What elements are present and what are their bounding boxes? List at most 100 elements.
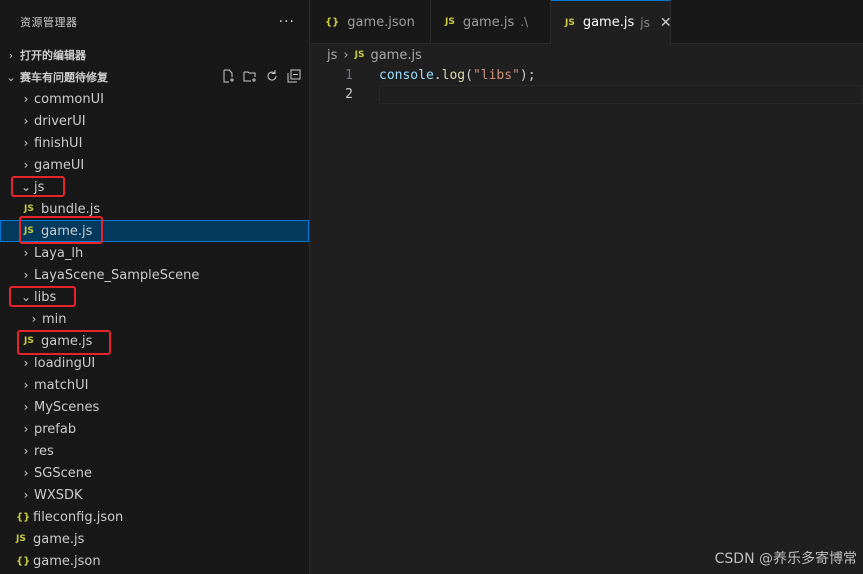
tree-folder-loadingui[interactable]: › loadingUI [0, 352, 309, 374]
tree-file-game-json[interactable]: {} game.json [0, 550, 309, 572]
code-line: 1 console.log("libs"); [311, 66, 863, 85]
chevron-right-icon: › [8, 48, 14, 62]
tab-game-json[interactable]: {} game.json [311, 0, 431, 44]
project-label: 赛车有问题待修复 [20, 71, 108, 84]
tree-file-bundle-js[interactable]: JS bundle.js [0, 198, 309, 220]
chevron-right-icon: › [31, 312, 37, 326]
watermark: CSDN @养乐多寄博常 [714, 551, 857, 567]
explorer-sidebar: 资源管理器 ··· › 打开的编辑器 ⌄ 赛车有问题待修复 › commonUI … [0, 0, 310, 574]
explorer-title: 资源管理器 [20, 16, 78, 29]
chevron-right-icon: › [23, 378, 29, 392]
tree-label: matchUI [34, 377, 89, 393]
chevron-right-icon: › [23, 466, 29, 480]
chevron-right-icon: › [23, 114, 29, 128]
tab-description: js [640, 15, 650, 30]
tree-folder-wxsdk[interactable]: › WXSDK [0, 484, 309, 506]
chevron-down-icon: ⌄ [20, 290, 32, 304]
token-open-paren: ( [465, 68, 473, 83]
tree-folder-driverui[interactable]: › driverUI [0, 110, 309, 132]
code-editor[interactable]: 1 console.log("libs"); 2 [311, 66, 863, 574]
tree-label: WXSDK [34, 487, 83, 503]
tree-label: LayaScene_SampleScene [34, 267, 200, 283]
chevron-right-icon: › [23, 488, 29, 502]
tree-label: Laya_lh [34, 245, 84, 261]
js-file-icon: JS [445, 17, 455, 27]
chevron-right-icon: › [23, 92, 29, 106]
tree-label: commonUI [34, 91, 104, 107]
tree-label: SGScene [34, 465, 92, 481]
tree-folder-layascene[interactable]: › LayaScene_SampleScene [0, 264, 309, 286]
new-file-icon[interactable] [221, 69, 235, 83]
chevron-right-icon: › [343, 47, 349, 63]
js-file-icon: JS [24, 226, 34, 236]
tree-file-js-game-js[interactable]: JS game.js [0, 220, 309, 242]
tree-folder-finishui[interactable]: › finishUI [0, 132, 309, 154]
section-actions [221, 69, 301, 83]
tree-folder-sgscene[interactable]: › SGScene [0, 462, 309, 484]
tree-label: game.js [41, 223, 93, 239]
tree-label: js [34, 179, 45, 195]
json-file-icon: {} [16, 555, 31, 567]
token-close: ); [519, 68, 536, 83]
line-number: 1 [345, 68, 353, 83]
tree-folder-gameui[interactable]: › gameUI [0, 154, 309, 176]
tree-folder-myscenes[interactable]: › MyScenes [0, 396, 309, 418]
tree-folder-matchui[interactable]: › matchUI [0, 374, 309, 396]
breadcrumb-folder[interactable]: js [327, 48, 337, 63]
new-folder-icon[interactable] [243, 69, 257, 83]
open-editors-section[interactable]: › 打开的编辑器 [0, 44, 309, 66]
tree-label: libs [34, 289, 57, 305]
tab-label: game.js [462, 14, 515, 30]
token-dot: . [433, 68, 442, 83]
chevron-right-icon: › [23, 444, 29, 458]
tree-label: loadingUI [34, 355, 96, 371]
token-function: log [441, 68, 466, 83]
chevron-right-icon: › [23, 268, 29, 282]
explorer-header: 资源管理器 ··· [0, 0, 309, 44]
breadcrumb-file[interactable]: game.js [370, 48, 421, 63]
tree-folder-res[interactable]: › res [0, 440, 309, 462]
project-section[interactable]: ⌄ 赛车有问题待修复 [0, 66, 309, 88]
tab-game-js-root[interactable]: JS game.js .\ [431, 0, 551, 44]
js-file-icon: JS [16, 534, 26, 544]
breadcrumb: js › JS game.js [311, 44, 863, 66]
js-file-icon: JS [565, 17, 575, 28]
chevron-right-icon: › [23, 136, 29, 150]
chevron-right-icon: › [23, 356, 29, 370]
line-number: 2 [345, 87, 353, 102]
close-icon[interactable]: ✕ [660, 15, 672, 31]
code-line-current: 2 [311, 85, 863, 104]
chevron-down-icon: ⌄ [6, 70, 16, 84]
line-content: console.log("libs"); [353, 68, 536, 83]
more-actions-icon[interactable]: ··· [279, 14, 295, 30]
tree-label: game.json [33, 553, 101, 569]
tree-label: bundle.js [41, 201, 101, 217]
js-file-icon: JS [24, 204, 34, 214]
tree-folder-min[interactable]: › min [0, 308, 309, 330]
tree-folder-laya-lh[interactable]: › Laya_lh [0, 242, 309, 264]
tree-file-root-game-js[interactable]: JS game.js [0, 528, 309, 550]
refresh-icon[interactable] [265, 69, 279, 83]
tree-label: finishUI [34, 135, 83, 151]
tree-label: prefab [34, 421, 77, 437]
tree-folder-libs[interactable]: ⌄ libs [0, 286, 309, 308]
tree-file-libs-game-js[interactable]: JS game.js [0, 330, 309, 352]
tree-label: fileconfig.json [33, 509, 124, 525]
tab-game-js-active[interactable]: JS game.js js ✕ [551, 0, 672, 44]
tab-label: game.js [582, 15, 635, 30]
chevron-right-icon: › [23, 400, 29, 414]
tree-file-fileconfig-json[interactable]: {} fileconfig.json [0, 506, 309, 528]
js-file-icon: JS [354, 50, 365, 60]
collapse-all-icon[interactable] [287, 69, 301, 83]
tree-label: game.js [41, 333, 93, 349]
json-file-icon: {} [16, 511, 31, 523]
tab-description: .\ [520, 15, 529, 29]
token-string: "libs" [472, 68, 520, 83]
tree-label: game.js [33, 531, 85, 547]
file-tree: › commonUI › driverUI › finishUI › gameUI ⌄ j… [0, 88, 309, 572]
tree-label: gameUI [34, 157, 85, 173]
tree-folder-commonui[interactable]: › commonUI [0, 88, 309, 110]
chevron-down-icon: ⌄ [20, 180, 32, 194]
tree-folder-prefab[interactable]: › prefab [0, 418, 309, 440]
tree-folder-js[interactable]: ⌄ js [0, 176, 309, 198]
